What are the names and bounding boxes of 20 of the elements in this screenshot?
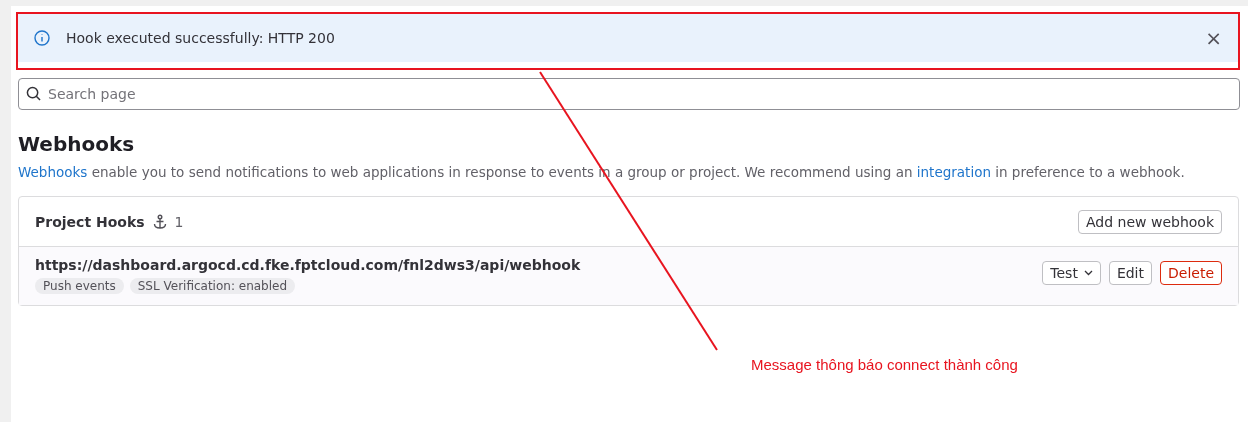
description-link[interactable]: integration [916, 164, 991, 180]
page-heading: Webhooks [18, 132, 136, 156]
event-tag: Push events [35, 278, 124, 294]
search-field[interactable]: Search page [18, 78, 1240, 110]
description-link[interactable]: Webhooks [18, 164, 88, 180]
info-icon [34, 30, 50, 46]
add-webhook-button[interactable]: Add new webhook [1078, 209, 1222, 234]
alert-message: Hook executed successfully: HTTP 200 [66, 30, 336, 46]
test-dropdown[interactable]: Test [1042, 261, 1101, 285]
search-icon [26, 86, 41, 101]
hook-count: 1 [174, 213, 185, 230]
delete-button[interactable]: Delete [1160, 261, 1222, 285]
close-button[interactable]: × [1203, 28, 1224, 48]
chevron-down-icon [1083, 270, 1093, 276]
annotation-note: Message thông báo connect thành công [751, 356, 1018, 373]
event-tag: SSL Verification: enabled [129, 278, 296, 294]
hook-url: https://dashboard.argocd.cd.fke.fptcloud.com/fnl2dws3/api/webhook [35, 257, 582, 273]
card-title: Project Hooks [35, 213, 145, 230]
action-button[interactable]: Edit [1108, 261, 1152, 285]
anchor-icon [152, 213, 167, 230]
